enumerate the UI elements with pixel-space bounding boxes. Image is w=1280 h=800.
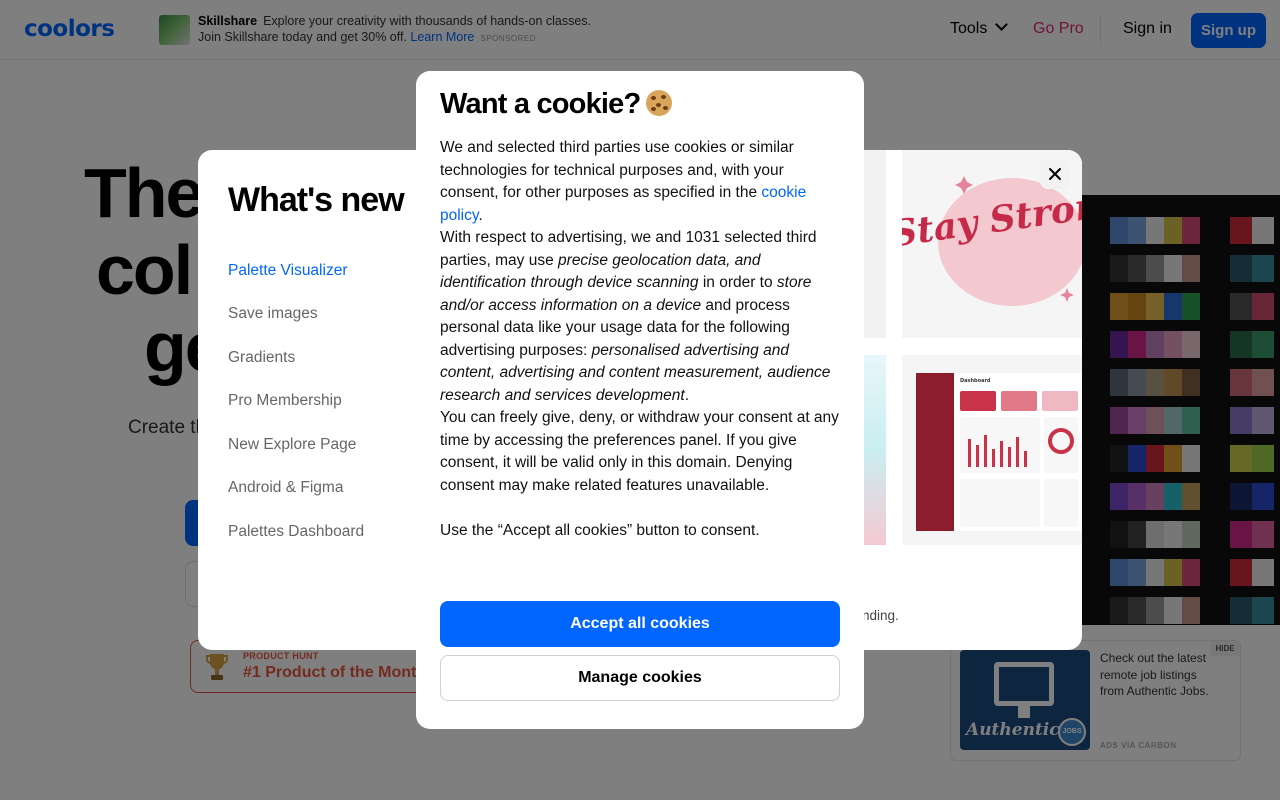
cookie-dialog-title: Want a cookie?: [440, 87, 673, 121]
whats-new-item-new-explore-page[interactable]: New Explore Page: [228, 436, 356, 454]
cookie-consent-dialog: Want a cookie? We and selected third par…: [416, 71, 864, 729]
cookie-paragraph-advertising: With respect to advertising, we and 1031…: [440, 227, 840, 407]
cookie-title-text: Want a cookie?: [440, 88, 641, 120]
dashboard-preview: Dashboard: [902, 355, 1082, 545]
cookie-paragraph-withdraw: You can freely give, deny, or withdraw y…: [440, 409, 839, 494]
whats-new-item-palette-visualizer[interactable]: Palette Visualizer: [228, 262, 347, 280]
whats-new-item-android-figma[interactable]: Android & Figma: [228, 479, 343, 497]
cookie-text: We and selected third parties use cookie…: [440, 139, 794, 201]
cookie-text: .: [684, 386, 689, 404]
cookie-paragraph-purposes: We and selected third parties use cookie…: [440, 137, 840, 227]
cookie-icon: [646, 90, 673, 116]
manage-cookies-button[interactable]: Manage cookies: [440, 655, 840, 701]
cookie-dialog-body: We and selected third parties use cookie…: [440, 137, 840, 542]
whats-new-item-save-images[interactable]: Save images: [228, 305, 318, 323]
accept-all-cookies-button[interactable]: Accept all cookies: [440, 601, 840, 647]
dashboard-title: Dashboard: [960, 378, 991, 384]
dashboard-artwork: Dashboard: [916, 373, 1082, 531]
cookie-text: in order to: [698, 274, 777, 291]
cookie-text: .: [478, 206, 483, 224]
whats-new-close-button[interactable]: [1040, 159, 1070, 189]
cookie-paragraph-consent: Use the “Accept all cookies” button to c…: [440, 521, 760, 539]
whats-new-item-pro-membership[interactable]: Pro Membership: [228, 392, 342, 410]
whats-new-item-palettes-dashboard[interactable]: Palettes Dashboard: [228, 523, 364, 541]
close-icon: [1049, 168, 1061, 180]
whats-new-caption: nding.: [862, 608, 899, 623]
whats-new-item-gradients[interactable]: Gradients: [228, 349, 295, 367]
whats-new-title: What's new: [228, 181, 405, 219]
